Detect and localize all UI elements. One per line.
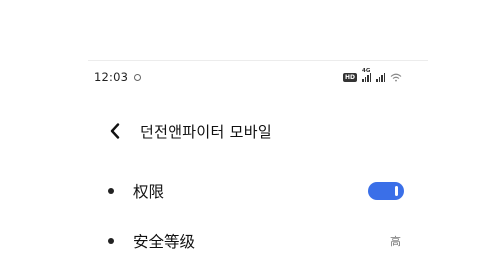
hd-icon: HD <box>342 72 357 82</box>
page-title: 던전앤파이터 모바일 <box>140 122 272 141</box>
security-level-row[interactable]: 安全等级 高 <box>108 227 404 255</box>
permissions-label: 权限 <box>133 183 165 201</box>
permissions-row[interactable]: 权限 <box>108 177 404 205</box>
wifi-icon <box>390 73 402 81</box>
chevron-left-icon <box>110 123 120 139</box>
app-page: 12:03 HD 4G 던전앤파이터 모바일 权限 安全等级 高 <box>0 0 500 256</box>
status-bar: 12:03 HD 4G <box>94 68 402 86</box>
page-header: 던전앤파이터 모바일 <box>104 118 272 144</box>
signal-icon-secondary <box>376 72 385 82</box>
bullet-icon <box>108 188 114 194</box>
bullet-icon <box>108 238 114 244</box>
status-icons: HD 4G <box>342 68 402 82</box>
back-button[interactable] <box>104 118 126 144</box>
signal-icon: 4G <box>362 68 371 82</box>
security-level-label: 安全等级 <box>133 233 196 251</box>
status-time: 12:03 <box>94 70 129 84</box>
sync-icon <box>134 73 142 81</box>
network-type-label: 4G <box>362 68 371 74</box>
toggle-knob <box>395 186 398 196</box>
top-divider <box>88 60 428 61</box>
permissions-toggle[interactable] <box>368 182 404 200</box>
security-level-value: 高 <box>390 235 401 248</box>
